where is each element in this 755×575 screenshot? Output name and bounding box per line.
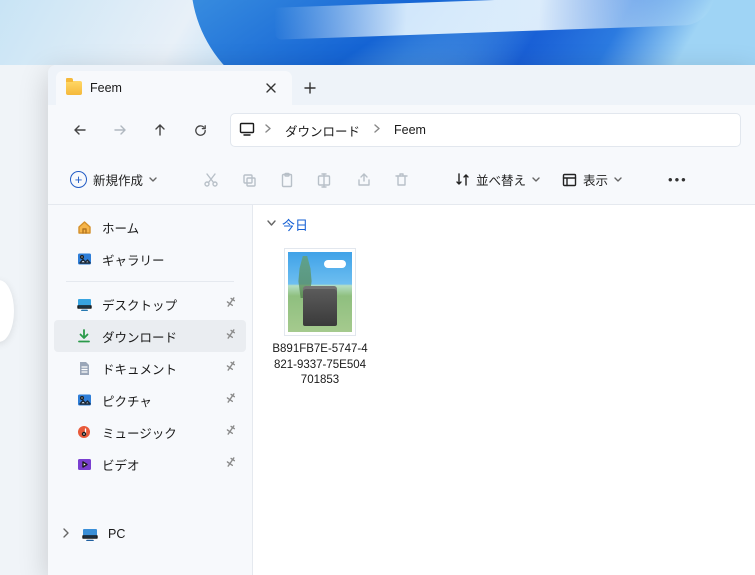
desktop-icon: [76, 296, 92, 312]
file-name: B891FB7E-5747-4 821-9337-75E504 701853: [272, 342, 367, 389]
videos-icon: [76, 456, 92, 472]
navigation-pane: ホーム ギャラリー デスクトップ: [48, 205, 253, 575]
sidebar-label: ダウンロード: [102, 327, 177, 346]
trash-icon: [394, 172, 409, 188]
cut-button[interactable]: [195, 163, 227, 197]
home-icon: [76, 219, 92, 235]
sidebar-item-pc[interactable]: PC: [54, 518, 246, 550]
chevron-down-icon: [532, 177, 540, 183]
pictures-icon: [76, 392, 92, 408]
sidebar-label: ドキュメント: [102, 359, 177, 378]
sidebar-label: PC: [108, 527, 125, 541]
chevron-right-icon: [368, 124, 386, 136]
nav-toolbar: ダウンロード Feem: [48, 105, 755, 155]
sidebar-label: デスクトップ: [102, 295, 177, 314]
sidebar-item-home[interactable]: ホーム: [54, 211, 246, 243]
sort-icon: [455, 172, 470, 187]
sidebar-label: ミュージック: [102, 423, 177, 442]
share-button[interactable]: [348, 163, 380, 197]
this-pc-icon: [82, 526, 98, 542]
view-button[interactable]: 表示: [554, 163, 630, 197]
delete-button[interactable]: [386, 163, 417, 197]
tab-bar: Feem: [48, 65, 755, 105]
rename-button[interactable]: [309, 163, 342, 197]
tab-title: Feem: [90, 81, 252, 95]
music-icon: [76, 424, 92, 440]
sort-label: 並べ替え: [476, 170, 526, 189]
chevron-down-icon: [149, 177, 157, 183]
new-tab-button[interactable]: [292, 71, 328, 105]
rename-icon: [317, 172, 334, 188]
sidebar-item-downloads[interactable]: ダウンロード: [54, 320, 246, 352]
new-button[interactable]: + 新規作成: [62, 163, 165, 197]
sidebar-item-pictures[interactable]: ピクチャ: [54, 384, 246, 416]
pin-icon: [226, 424, 236, 439]
sidebar-item-videos[interactable]: ビデオ: [54, 448, 246, 480]
address-bar[interactable]: ダウンロード Feem: [230, 113, 741, 147]
pin-icon: [226, 360, 236, 375]
paste-icon: [279, 172, 295, 188]
sidebar-item-documents[interactable]: ドキュメント: [54, 352, 246, 384]
chevron-down-icon: [267, 219, 276, 230]
chevron-right-icon: [259, 124, 277, 136]
pin-icon: [226, 392, 236, 407]
content-pane[interactable]: 今日 B891FB7E-5747-4 821-9337-75E504 70185…: [253, 205, 755, 575]
folder-icon: [66, 81, 82, 95]
sidebar-label: ビデオ: [102, 455, 140, 474]
copy-button[interactable]: [233, 163, 265, 197]
breadcrumb-feem[interactable]: Feem: [390, 121, 430, 139]
file-grid: B891FB7E-5747-4 821-9337-75E504 701853: [267, 234, 741, 403]
copy-icon: [241, 172, 257, 188]
documents-icon: [76, 360, 92, 376]
forward-button[interactable]: [102, 113, 138, 147]
sidebar-item-desktop[interactable]: デスクトップ: [54, 288, 246, 320]
sidebar-label: ピクチャ: [102, 391, 152, 410]
gallery-icon: [76, 251, 92, 267]
desktop-wallpaper: [0, 0, 755, 65]
refresh-button[interactable]: [182, 113, 218, 147]
share-icon: [356, 172, 372, 188]
downloads-icon: [76, 328, 92, 344]
back-button[interactable]: [62, 113, 98, 147]
paste-button[interactable]: [271, 163, 303, 197]
more-icon: •••: [668, 172, 688, 187]
tab-feem[interactable]: Feem: [56, 71, 292, 105]
cut-icon: [203, 172, 219, 188]
chevron-down-icon: [614, 177, 622, 183]
view-label: 表示: [583, 170, 608, 189]
tab-close-button[interactable]: [260, 77, 282, 99]
command-bar: + 新規作成 並べ替え: [48, 155, 755, 205]
more-button[interactable]: •••: [660, 163, 696, 197]
breadcrumb-downloads[interactable]: ダウンロード: [281, 119, 364, 142]
sidebar-label: ホーム: [102, 218, 139, 237]
new-label: 新規作成: [93, 170, 143, 189]
sidebar-item-music[interactable]: ミュージック: [54, 416, 246, 448]
explorer-window: Feem ダウンロード: [48, 65, 755, 575]
sidebar-item-gallery[interactable]: ギャラリー: [54, 243, 246, 275]
this-pc-icon: [239, 122, 255, 139]
plus-circle-icon: +: [70, 171, 87, 188]
sidebar-label: ギャラリー: [102, 250, 165, 269]
pin-icon: [226, 456, 236, 471]
pin-icon: [226, 328, 236, 343]
group-header-today[interactable]: 今日: [267, 215, 741, 234]
desktop-widget-circle: [0, 280, 14, 342]
up-button[interactable]: [142, 113, 178, 147]
chevron-right-icon[interactable]: [62, 527, 70, 541]
file-thumbnail: [284, 248, 356, 336]
explorer-body: ホーム ギャラリー デスクトップ: [48, 205, 755, 575]
file-item[interactable]: B891FB7E-5747-4 821-9337-75E504 701853: [271, 248, 369, 389]
sort-button[interactable]: 並べ替え: [447, 163, 548, 197]
group-label: 今日: [282, 215, 308, 234]
view-icon: [562, 173, 577, 187]
pin-icon: [226, 296, 236, 311]
